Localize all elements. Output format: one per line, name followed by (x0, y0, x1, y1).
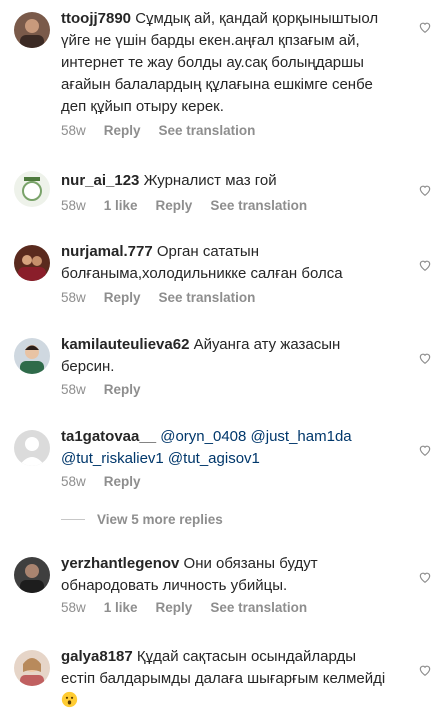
reply-button[interactable]: Reply (156, 600, 193, 615)
reply-button[interactable]: Reply (104, 382, 141, 397)
comment-meta: 58w 1 like Reply See translation (61, 198, 325, 213)
see-translation-button[interactable]: See translation (210, 600, 307, 615)
comment-meta: 58w Reply (61, 382, 159, 397)
comment-username[interactable]: ta1gatovaa__ (61, 428, 156, 445)
avatar[interactable] (14, 171, 50, 207)
avatar[interactable] (14, 12, 50, 48)
heart-outline-icon[interactable] (418, 351, 432, 365)
comment-meta: 58w Reply (61, 474, 159, 489)
comment-body: Журналист маз гой (143, 172, 277, 189)
see-translation-button[interactable]: See translation (159, 290, 256, 305)
divider-line (61, 519, 85, 520)
reply-button[interactable]: Reply (156, 198, 193, 213)
avatar[interactable] (14, 245, 50, 281)
reply-button[interactable]: Reply (104, 123, 141, 138)
comment-username[interactable]: nur_ai_123 (61, 172, 139, 189)
heart-outline-icon[interactable] (418, 20, 432, 34)
see-translation-button[interactable]: See translation (210, 198, 307, 213)
heart-outline-icon[interactable] (418, 183, 432, 197)
likes-count[interactable]: 1 like (104, 198, 138, 213)
comment-text: yerzhantlegenov Они обязаны будут обнаро… (61, 553, 391, 597)
see-translation-button[interactable]: See translation (159, 123, 256, 138)
view-more-replies-label: View 5 more replies (97, 512, 223, 527)
comment-username[interactable]: galya8187 (61, 648, 133, 665)
comment-text: ta1gatovaa__ @oryn_0408 @just_ham1da @tu… (61, 426, 391, 470)
avatar[interactable] (14, 430, 50, 466)
comment-time: 58w (61, 290, 86, 305)
comment-time: 58w (61, 474, 86, 489)
comment-time: 58w (61, 123, 86, 138)
comment-time: 58w (61, 382, 86, 397)
comment-time: 58w (61, 198, 86, 213)
likes-count[interactable]: 1 like (104, 600, 138, 615)
reply-button[interactable]: Reply (104, 474, 141, 489)
comment-username[interactable]: kamilauteulieva62 (61, 336, 189, 353)
comment-text: galya8187 Құдай сақтасын осындайларды ес… (61, 646, 391, 712)
heart-outline-icon[interactable] (418, 570, 432, 584)
comment-username[interactable]: yerzhantlegenov (61, 555, 179, 572)
avatar[interactable] (14, 557, 50, 593)
comment-meta: 58w Reply See translation (61, 290, 273, 305)
reply-button[interactable]: Reply (104, 290, 141, 305)
avatar[interactable] (14, 338, 50, 374)
comment-text: nurjamal.777 Орган сататын болғаныма,хол… (61, 241, 391, 285)
hushed-face-emoji (61, 691, 78, 708)
heart-outline-icon[interactable] (418, 663, 432, 677)
comment-meta: 58w 1 like Reply See translation (61, 600, 325, 615)
comment-time: 58w (61, 600, 86, 615)
comment-text: nur_ai_123 Журналист маз гой (61, 170, 391, 192)
comment-text: kamilauteulieva62 Айуанга ату жазасын бе… (61, 334, 391, 378)
heart-outline-icon[interactable] (418, 443, 432, 457)
avatar[interactable] (14, 650, 50, 686)
comment-username[interactable]: ttoojj7890 (61, 10, 131, 27)
comment-username[interactable]: nurjamal.777 (61, 243, 153, 260)
heart-outline-icon[interactable] (418, 258, 432, 272)
view-more-replies-button[interactable]: View 5 more replies (61, 512, 223, 527)
comment-text: ttoojj7890 Сұмдық ай, қандай қорқыныштыо… (61, 8, 391, 118)
comment-meta: 58w Reply See translation (61, 123, 273, 138)
